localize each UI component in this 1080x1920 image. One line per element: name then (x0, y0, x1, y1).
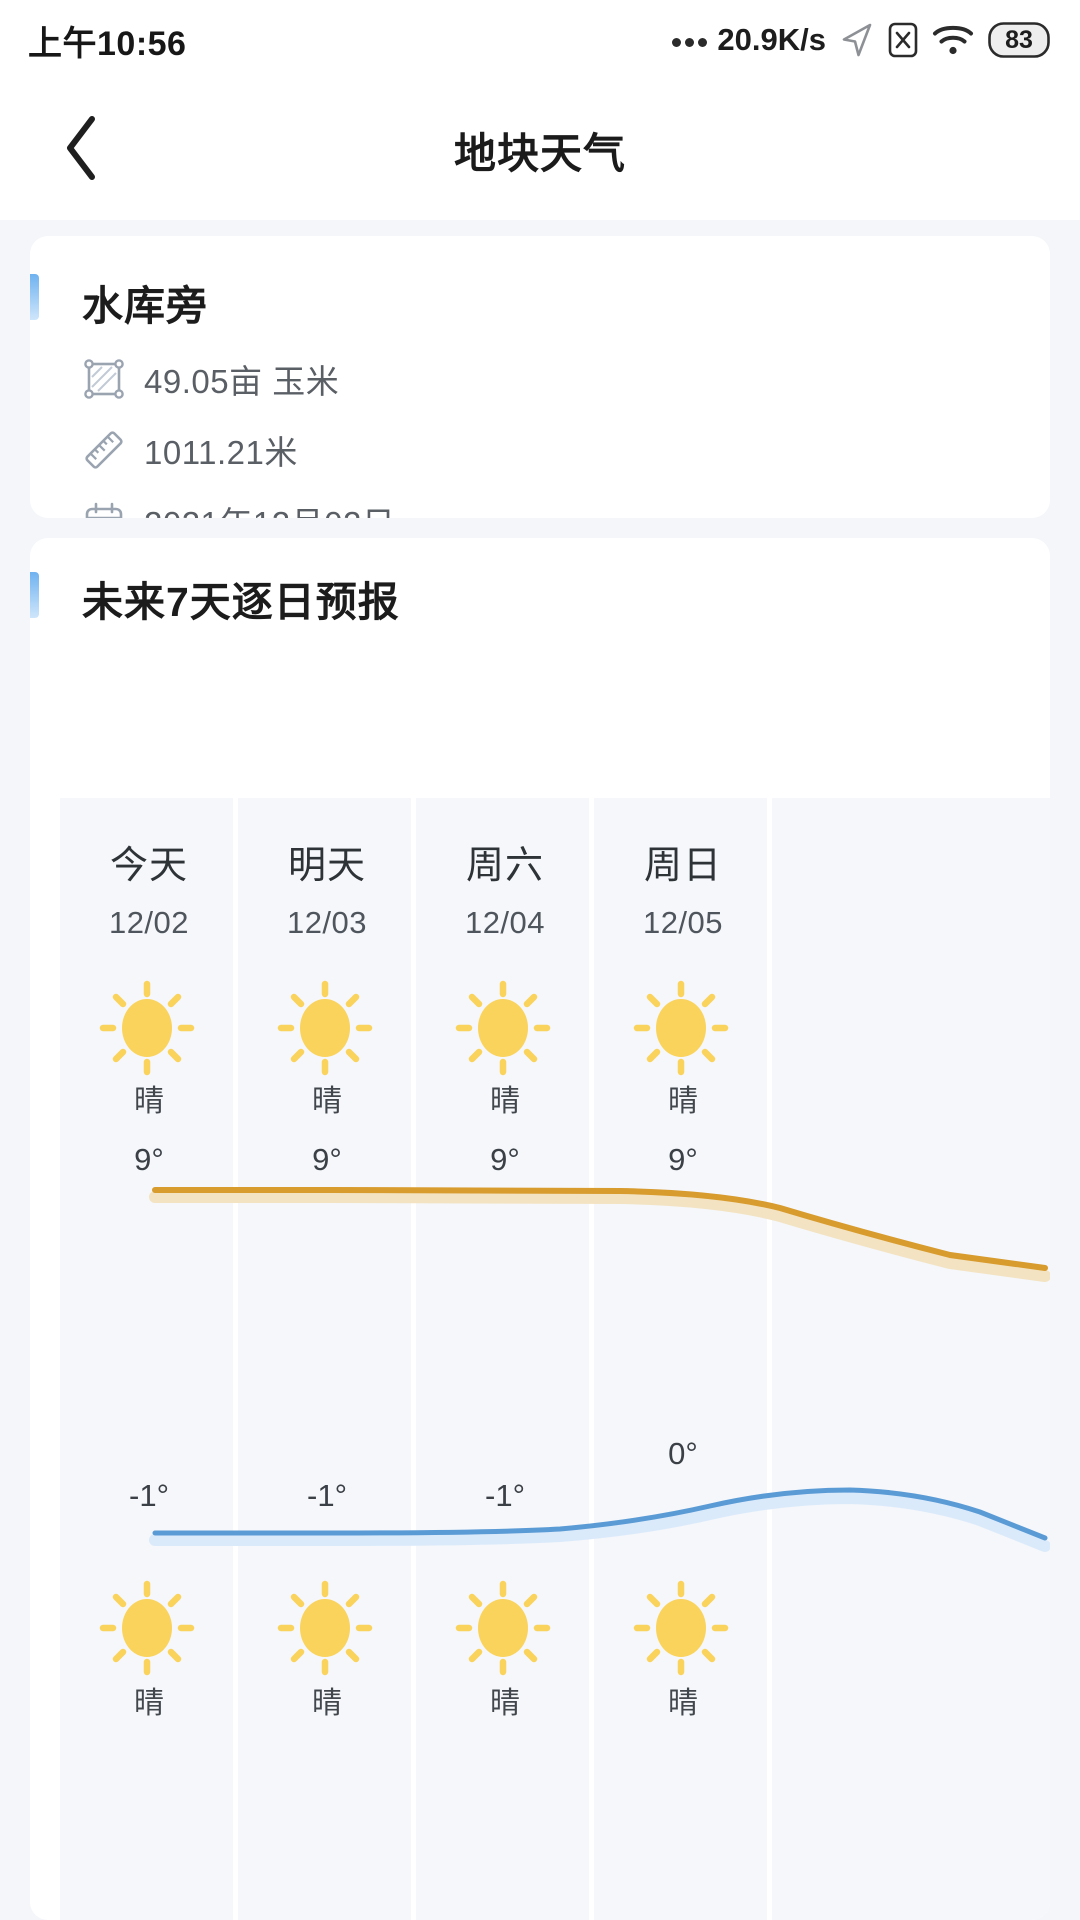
forecast-high-temp: 9° (238, 1142, 416, 1178)
sun-icon (455, 1580, 551, 1676)
sun-icon (277, 980, 373, 1076)
plot-card-accent-bar (30, 274, 39, 320)
forecast-day-column[interactable]: 周六 12/04 晴 (416, 798, 594, 1920)
forecast-day-name: 周六 (416, 834, 594, 889)
forecast-day-column[interactable]: 今天 12/02 晴 (60, 798, 238, 1920)
location-arrow-icon (840, 22, 874, 58)
forecast-night-desc: 晴 (238, 1678, 416, 1722)
forecast-day-name: 明天 (238, 834, 416, 889)
forecast-title: 未来7天逐日预报 (82, 568, 400, 628)
status-bar: 上午10:56 20.9K/s (0, 0, 1080, 80)
forecast-low-temp: -1° (416, 1478, 594, 1514)
forecast-columns: 今天 12/02 晴 (60, 798, 1050, 1920)
ellipsis-icon (672, 38, 707, 47)
network-speed-label: 20.9K/s (717, 22, 826, 58)
forecast-night-desc: 晴 (416, 1678, 594, 1722)
sun-icon (99, 1580, 195, 1676)
back-button[interactable] (34, 80, 130, 220)
status-bar-indicators: 20.9K/s (672, 22, 1050, 58)
forecast-day-column[interactable]: 周日 12/05 晴 (594, 798, 772, 1920)
sun-icon (633, 980, 729, 1076)
forecast-scroller[interactable]: 今天 12/02 晴 (60, 798, 1050, 1920)
status-bar-clock: 上午10:56 (28, 16, 186, 65)
plot-area-text: 49.05亩 玉米 (144, 355, 339, 403)
forecast-night-desc: 晴 (594, 1678, 772, 1722)
page-title: 地块天气 (0, 120, 1080, 181)
ruler-icon (82, 428, 126, 472)
calendar-icon (82, 499, 126, 518)
forecast-day-date: 12/02 (60, 905, 238, 941)
battery-level-label: 83 (988, 22, 1050, 58)
sun-icon (633, 1580, 729, 1676)
plot-name: 水库旁 (82, 272, 208, 332)
plot-info-card[interactable]: 水库旁 49.05亩 玉米 (30, 236, 1050, 518)
forecast-low-temp: -1° (60, 1478, 238, 1514)
wifi-icon (932, 23, 974, 57)
plot-area-row: 49.05亩 玉米 (82, 356, 339, 402)
plot-date-text: 2021年12月02日 (144, 497, 395, 518)
battery-icon: 83 (988, 22, 1050, 58)
forecast-day-date: 12/03 (238, 905, 416, 941)
forecast-day-desc: 晴 (238, 1076, 416, 1120)
forecast-day-column[interactable]: 明天 12/03 晴 (238, 798, 416, 1920)
forecast-day-date: 12/04 (416, 905, 594, 941)
area-measure-icon (82, 357, 126, 401)
forecast-day-desc: 晴 (594, 1076, 772, 1120)
forecast-low-temp: -1° (238, 1478, 416, 1514)
sun-icon (455, 980, 551, 1076)
sun-icon (277, 1580, 373, 1676)
plot-perimeter-row: 1011.21米 (82, 427, 298, 473)
forecast-high-temp: 9° (416, 1142, 594, 1178)
forecast-day-name: 今天 (60, 834, 238, 889)
phone-screen: 上午10:56 20.9K/s (0, 0, 1080, 1920)
forecast-day-name: 周日 (594, 834, 772, 889)
forecast-day-desc: 晴 (60, 1076, 238, 1120)
forecast-day-desc: 晴 (416, 1076, 594, 1120)
forecast-day-date: 12/05 (594, 905, 772, 941)
chevron-left-icon (62, 115, 102, 186)
forecast-high-temp: 9° (60, 1142, 238, 1178)
forecast-night-desc: 晴 (60, 1678, 238, 1722)
forecast-card: 未来7天逐日预报 今天 12/02 (30, 538, 1050, 1920)
forecast-low-temp: 0° (594, 1436, 772, 1472)
forecast-card-accent-bar (30, 572, 39, 618)
plot-perimeter-text: 1011.21米 (144, 426, 298, 474)
forecast-day-column[interactable] (772, 798, 950, 1920)
forecast-high-temp: 9° (594, 1142, 772, 1178)
sun-icon (99, 980, 195, 1076)
nav-bar: 地块天气 (0, 80, 1080, 220)
plot-date-row: 2021年12月02日 (82, 498, 395, 518)
sim-card-off-icon (888, 22, 918, 58)
